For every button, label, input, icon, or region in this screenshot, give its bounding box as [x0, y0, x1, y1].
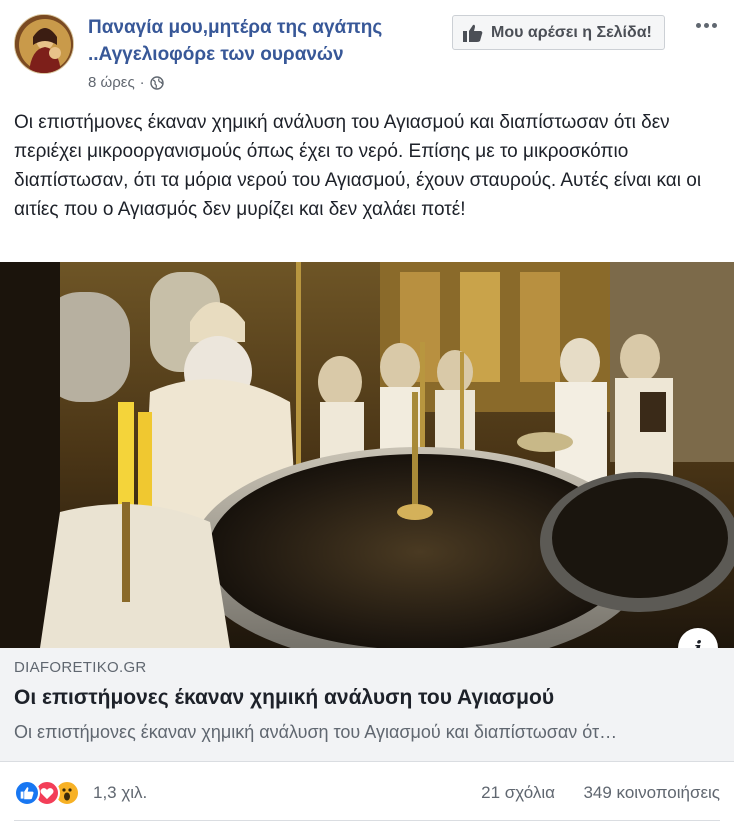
post-text: Οι επιστήμονες έκαναν χημική ανάλυση του…	[14, 112, 702, 220]
more-options-icon[interactable]	[696, 18, 722, 32]
link-domain: DIAFORETIKO.GR	[14, 659, 147, 676]
page-name-link[interactable]: Παναγία μου,μητέρα της αγάπης ..Αγγελιοφ…	[88, 14, 438, 68]
comments-count[interactable]: 21 σχόλια	[481, 783, 555, 803]
meta-separator: ·	[139, 74, 145, 91]
divider	[14, 820, 720, 821]
like-reaction-icon	[14, 780, 40, 806]
like-page-label: Μου αρέσει η Σελίδα!	[491, 23, 652, 41]
link-title[interactable]: Οι επιστήμονες έκαναν χημική ανάλυση του…	[14, 686, 720, 710]
shares-count[interactable]: 349 κοινοποιήσεις	[583, 783, 720, 803]
link-preview-card[interactable]: DIAFORETIKO.GR Οι επιστήμονες έκαναν χημ…	[0, 648, 734, 762]
reaction-icons[interactable]	[14, 780, 90, 806]
post-meta: 8 ώρες ·	[88, 74, 164, 91]
reactions-count[interactable]: 1,3 χιλ.	[93, 783, 147, 803]
avatar[interactable]	[14, 14, 74, 74]
link-description: Οι επιστήμονες έκαναν χημική ανάλυση του…	[14, 722, 618, 742]
globe-icon	[149, 75, 164, 90]
post-header: Παναγία μου,μητέρα της αγάπης ..Αγγελιοφ…	[14, 12, 720, 102]
timestamp[interactable]: 8 ώρες	[88, 74, 135, 91]
post-image[interactable]	[0, 262, 734, 648]
like-page-button[interactable]: Μου αρέσει η Σελίδα!	[452, 15, 665, 50]
thumbs-up-icon	[463, 24, 483, 42]
reactions-bar: 1,3 χιλ. 21 σχόλια 349 κοινοποιήσεις	[14, 778, 720, 808]
